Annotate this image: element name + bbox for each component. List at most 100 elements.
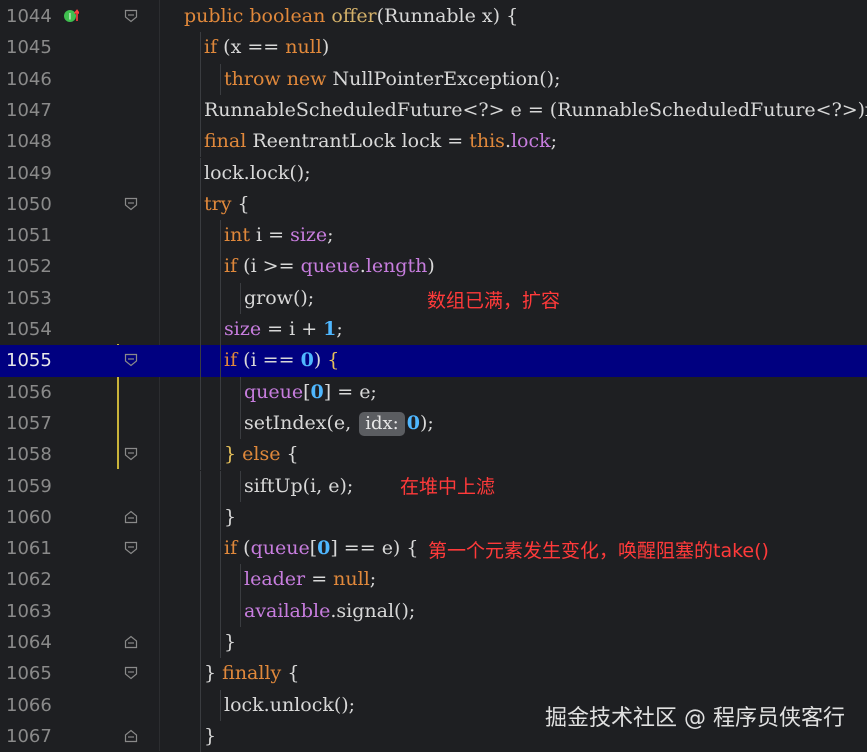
fold-collapse-icon[interactable] (124, 447, 138, 461)
code-line[interactable]: 1051 int i = size; (0, 220, 867, 252)
code-token: [ (303, 380, 311, 403)
code-text[interactable]: grow(); (244, 283, 314, 314)
code-text[interactable]: } (224, 627, 236, 658)
code-text[interactable]: try { (204, 189, 250, 220)
code-text[interactable]: if (i >= queue.length) (224, 251, 435, 282)
code-text[interactable]: if (queue[0] == e) { (224, 533, 418, 564)
code-text[interactable]: leader = null; (244, 564, 376, 595)
indent-guide (200, 251, 201, 283)
indent-guide (240, 376, 241, 408)
code-text[interactable]: final ReentrantLock lock = this.lock; (204, 126, 557, 157)
code-token: { (237, 192, 250, 215)
code-text[interactable]: } (224, 502, 236, 533)
code-line[interactable]: 1064} (0, 627, 867, 659)
code-token: 0 (300, 349, 314, 372)
code-line[interactable]: 1050 try { (0, 188, 867, 221)
code-token: public boolean (184, 5, 332, 27)
fold-collapse-icon[interactable] (124, 9, 138, 23)
fold-collapse-icon[interactable] (124, 666, 138, 680)
code-line[interactable]: 1045 if (x == null) (0, 32, 867, 64)
indent-guide (240, 407, 241, 440)
code-text[interactable]: size = i + 1; (224, 314, 343, 345)
code-text[interactable]: if (i == 0) { (224, 345, 339, 376)
code-line[interactable]: 1055 if (i == 0) { (0, 345, 867, 377)
code-line[interactable]: 1063 available.signal(); (0, 595, 867, 627)
line-number: 1055 (6, 350, 52, 372)
line-number: 1058 (6, 444, 52, 466)
fold-end-icon[interactable] (124, 635, 138, 649)
indent-guide (200, 627, 201, 659)
code-token: ); (419, 411, 434, 434)
code-line[interactable]: 1056 queue[0] = e; (0, 376, 867, 408)
code-text[interactable]: lock.unlock(); (224, 690, 355, 721)
code-text[interactable]: queue[0] = e; (244, 377, 377, 408)
code-text[interactable]: lock.lock(); (204, 158, 311, 189)
code-token: 0 (317, 537, 331, 560)
indent-guide (200, 470, 201, 502)
code-text[interactable]: RunnableScheduledFuture<?> e = (Runnable… (204, 95, 867, 126)
code-token: grow(); (244, 286, 315, 309)
code-line[interactable]: 1065 } finally { (0, 658, 867, 690)
indent-guide (240, 282, 241, 314)
code-line[interactable]: 1049 lock.lock(); (0, 157, 867, 189)
line-number: 1047 (6, 99, 52, 121)
code-line[interactable]: 1057 setIndex(e, idx: 0); (0, 407, 867, 440)
code-token: ] == e) { (330, 537, 419, 560)
code-token: .signal(); (330, 599, 416, 622)
indent-guide (220, 564, 221, 596)
code-line[interactable]: 1053 grow(); (0, 282, 867, 314)
indent-guide (200, 501, 201, 534)
code-line[interactable]: 1047 RunnableScheduledFuture<?> e = (Runn… (0, 94, 867, 127)
code-line[interactable]: 1061 if (queue[0] == e) { (0, 533, 867, 565)
code-token: if (224, 349, 244, 372)
code-line[interactable]: 1059 siftUp(i, e); (0, 470, 867, 502)
fold-collapse-icon[interactable] (124, 197, 138, 211)
code-line[interactable]: 1062 leader = null; (0, 564, 867, 596)
line-number: 1062 (6, 569, 52, 591)
code-text[interactable]: throw new NullPointerException(); (224, 64, 560, 95)
code-line[interactable]: 1066 lock.unlock(); (0, 689, 867, 721)
code-line[interactable]: 1060} (0, 501, 867, 534)
svg-text:I: I (69, 13, 72, 23)
code-text[interactable]: } finally { (204, 658, 299, 689)
code-line[interactable]: 1048 final ReentrantLock lock = this.lock… (0, 126, 867, 158)
indent-guide (220, 470, 221, 502)
code-token: try (204, 192, 238, 215)
code-text[interactable]: if (x == null) (204, 32, 329, 63)
code-text[interactable]: setIndex(e, idx: 0); (244, 408, 434, 439)
code-token: 0 (310, 380, 324, 403)
code-line[interactable]: 1058 } else { (0, 439, 867, 471)
code-text[interactable]: available.signal(); (244, 596, 415, 627)
code-token: lock.lock(); (204, 161, 311, 184)
code-line[interactable]: 1054 size = i + 1; (0, 314, 867, 346)
indent-guide (200, 126, 201, 158)
indent-guide (200, 63, 201, 95)
code-token: (x == (223, 36, 286, 59)
indent-guide (200, 282, 201, 314)
code-line[interactable]: 1067} (0, 720, 867, 752)
line-number: 1065 (6, 663, 52, 685)
code-line[interactable]: 1052 if (i >= queue.length) (0, 251, 867, 283)
code-line[interactable]: 1044 Ipublic boolean offer(Runnable x) { (0, 1, 867, 32)
override-method-icon[interactable]: I (63, 8, 79, 24)
code-text[interactable]: } else { (224, 439, 299, 470)
code-text[interactable]: siftUp(i, e); (244, 471, 353, 502)
code-text[interactable]: public boolean offer(Runnable x) { (184, 1, 518, 32)
indent-guide (220, 282, 221, 314)
indent-guide (220, 345, 221, 377)
line-number: 1064 (6, 632, 52, 653)
indent-guide (220, 627, 221, 659)
code-editor[interactable]: 数组已满，扩容 在堆中上滤 第一个元素发生变化，唤醒阻塞的take() 掘金技术… (0, 0, 867, 752)
code-line[interactable]: 1046 throw new NullPointerException(); (0, 63, 867, 95)
indent-guide (220, 533, 221, 565)
fold-collapse-icon[interactable] (124, 541, 138, 555)
code-token: { (327, 349, 340, 372)
code-text[interactable]: } (204, 721, 216, 752)
fold-end-icon[interactable] (124, 510, 138, 524)
code-token: [ (309, 537, 318, 560)
fold-end-icon[interactable] (124, 729, 138, 743)
fold-collapse-icon[interactable] (124, 353, 138, 367)
code-text[interactable]: int i = size; (224, 220, 334, 251)
code-token: } (204, 724, 217, 747)
indent-guide (220, 314, 221, 346)
